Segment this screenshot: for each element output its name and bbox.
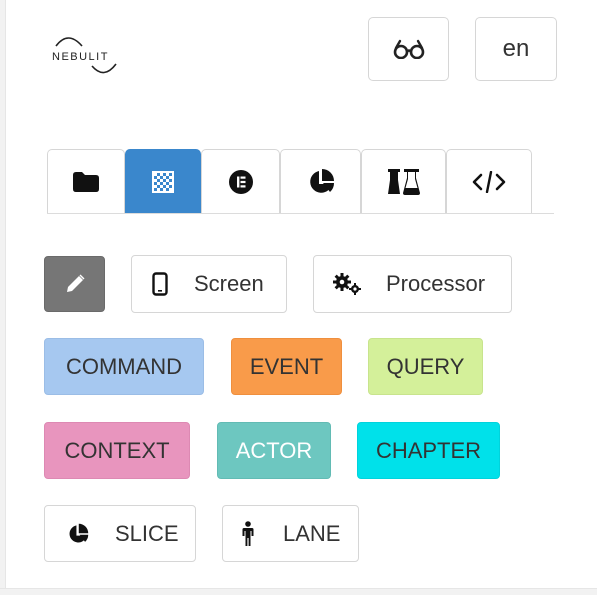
actor-button[interactable]: ACTOR: [217, 422, 331, 479]
command-button[interactable]: COMMAND: [44, 338, 204, 395]
pie-chart-icon: [309, 168, 334, 193]
left-border: [0, 0, 6, 595]
person-icon: [241, 520, 255, 547]
pencil-icon: [66, 274, 84, 292]
query-button[interactable]: QUERY: [368, 338, 483, 395]
pie-chart-icon: [67, 523, 89, 545]
checkerboard-icon: [152, 170, 174, 193]
gears-icon: [332, 272, 362, 296]
screen-label: Screen: [194, 271, 264, 296]
lane-button[interactable]: LANE: [222, 505, 359, 562]
slice-label: SLICE: [115, 520, 179, 546]
folder-icon: [73, 171, 99, 192]
tab-testing[interactable]: [361, 149, 446, 213]
toolbar-tabs: [47, 149, 554, 214]
context-button[interactable]: CONTEXT: [44, 422, 190, 479]
processor-button[interactable]: Processor: [313, 255, 512, 313]
glasses-icon: [393, 39, 424, 59]
processor-label: Processor: [386, 271, 486, 296]
draw-button[interactable]: [44, 256, 105, 312]
language-button[interactable]: en: [475, 17, 557, 81]
bottom-border: [0, 588, 597, 595]
lane-label: LANE: [283, 520, 341, 546]
tab-board[interactable]: [125, 149, 201, 213]
tab-list[interactable]: [201, 149, 280, 213]
slice-button[interactable]: SLICE: [44, 505, 196, 562]
tab-analytics[interactable]: [280, 149, 361, 213]
chapter-button[interactable]: CHAPTER: [357, 422, 500, 479]
tab-code[interactable]: [446, 149, 532, 213]
list-circle-icon: [228, 169, 253, 194]
tab-files[interactable]: [47, 149, 125, 213]
mobile-phone-icon: [150, 272, 170, 296]
code-icon: [472, 170, 506, 193]
event-button[interactable]: EVENT: [231, 338, 342, 395]
flasks-icon: [387, 168, 420, 195]
nebulit-logo: NEBULIT: [50, 32, 120, 76]
view-mode-button[interactable]: [368, 17, 449, 81]
logo-text: NEBULIT: [52, 51, 109, 63]
screen-button[interactable]: Screen: [131, 255, 287, 313]
